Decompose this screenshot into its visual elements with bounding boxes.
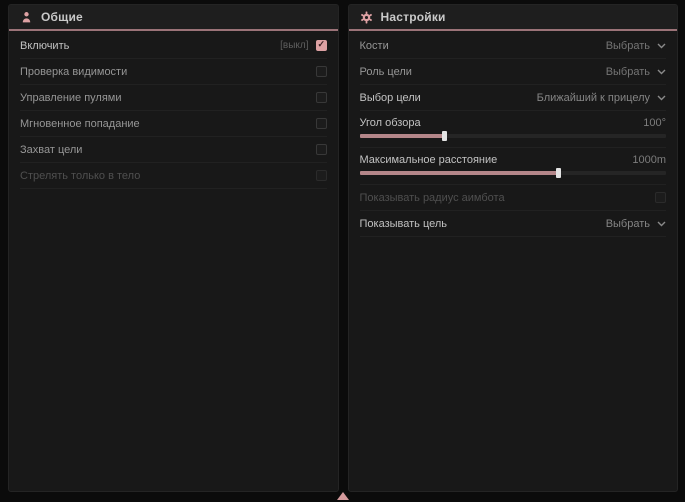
chevron-down-icon bbox=[657, 221, 666, 227]
row-label: Угол обзора bbox=[360, 117, 421, 129]
row-label: Кости bbox=[360, 40, 389, 52]
row-visibility-check[interactable]: Проверка видимости bbox=[20, 59, 327, 85]
instant-hit-checkbox[interactable] bbox=[316, 118, 327, 129]
row-label: Показывать цель bbox=[360, 218, 448, 230]
row-label: Максимальное расстояние bbox=[360, 154, 498, 166]
dropdown-value: Ближайший к прицелу bbox=[537, 92, 650, 104]
row-label: Роль цели bbox=[360, 66, 412, 78]
enable-checkbox[interactable] bbox=[316, 40, 327, 51]
bullet-control-checkbox[interactable] bbox=[316, 92, 327, 103]
row-body-only[interactable]: Стрелять только в тело bbox=[20, 163, 327, 189]
row-show-radius[interactable]: Показывать радиус аимбота bbox=[360, 185, 667, 211]
person-icon bbox=[20, 11, 33, 24]
slider-fill bbox=[360, 171, 559, 175]
row-label: Включить bbox=[20, 40, 69, 52]
row-label: Выбор цели bbox=[360, 92, 421, 104]
dropdown-value: Выбрать bbox=[606, 66, 650, 78]
fov-slider[interactable] bbox=[360, 134, 667, 138]
gear-icon bbox=[360, 11, 373, 24]
row-target-lock[interactable]: Захват цели bbox=[20, 137, 327, 163]
slider-fill bbox=[360, 134, 446, 138]
row-label: Мгновенное попадание bbox=[20, 118, 140, 130]
row-show-target[interactable]: Показывать цель Выбрать bbox=[360, 211, 667, 237]
slider-handle[interactable] bbox=[442, 131, 447, 141]
hotkey-hint: [выкл] bbox=[280, 40, 308, 51]
slider-value: 100° bbox=[643, 117, 666, 129]
row-enable[interactable]: Включить [выкл] bbox=[20, 33, 327, 59]
body-only-checkbox[interactable] bbox=[316, 170, 327, 181]
chevron-down-icon bbox=[657, 95, 666, 101]
row-label: Управление пулями bbox=[20, 92, 122, 104]
row-target-role[interactable]: Роль цели Выбрать bbox=[360, 59, 667, 85]
panel-title: Настройки bbox=[381, 10, 446, 24]
row-label: Стрелять только в тело bbox=[20, 170, 140, 182]
slider-value: 1000m bbox=[632, 154, 666, 166]
target-lock-checkbox[interactable] bbox=[316, 144, 327, 155]
chevron-down-icon bbox=[657, 69, 666, 75]
settings-panel: Настройки Кости Выбрать Роль цели Выбрат… bbox=[348, 4, 679, 492]
row-label: Захват цели bbox=[20, 144, 82, 156]
chevron-down-icon bbox=[657, 43, 666, 49]
max-distance-slider[interactable] bbox=[360, 171, 667, 175]
panel-title: Общие bbox=[41, 10, 83, 24]
cheat-menu: Общие Включить [выкл] Проверка видимости… bbox=[0, 0, 685, 502]
row-fov: Угол обзора 100° bbox=[360, 111, 667, 148]
row-max-distance: Максимальное расстояние 1000m bbox=[360, 148, 667, 185]
general-panel-header: Общие bbox=[9, 5, 338, 31]
dropdown-value: Выбрать bbox=[606, 218, 650, 230]
row-bones[interactable]: Кости Выбрать bbox=[360, 33, 667, 59]
row-target-select[interactable]: Выбор цели Ближайший к прицелу bbox=[360, 85, 667, 111]
dropdown-value: Выбрать bbox=[606, 40, 650, 52]
scroll-up-indicator[interactable] bbox=[337, 492, 349, 500]
visibility-check-checkbox[interactable] bbox=[316, 66, 327, 77]
row-label: Показывать радиус аимбота bbox=[360, 192, 505, 204]
settings-panel-header: Настройки bbox=[349, 5, 678, 31]
row-bullet-control[interactable]: Управление пулями bbox=[20, 85, 327, 111]
row-label: Проверка видимости bbox=[20, 66, 127, 78]
general-panel: Общие Включить [выкл] Проверка видимости… bbox=[8, 4, 339, 492]
slider-handle[interactable] bbox=[556, 168, 561, 178]
row-instant-hit[interactable]: Мгновенное попадание bbox=[20, 111, 327, 137]
show-radius-checkbox[interactable] bbox=[655, 192, 666, 203]
